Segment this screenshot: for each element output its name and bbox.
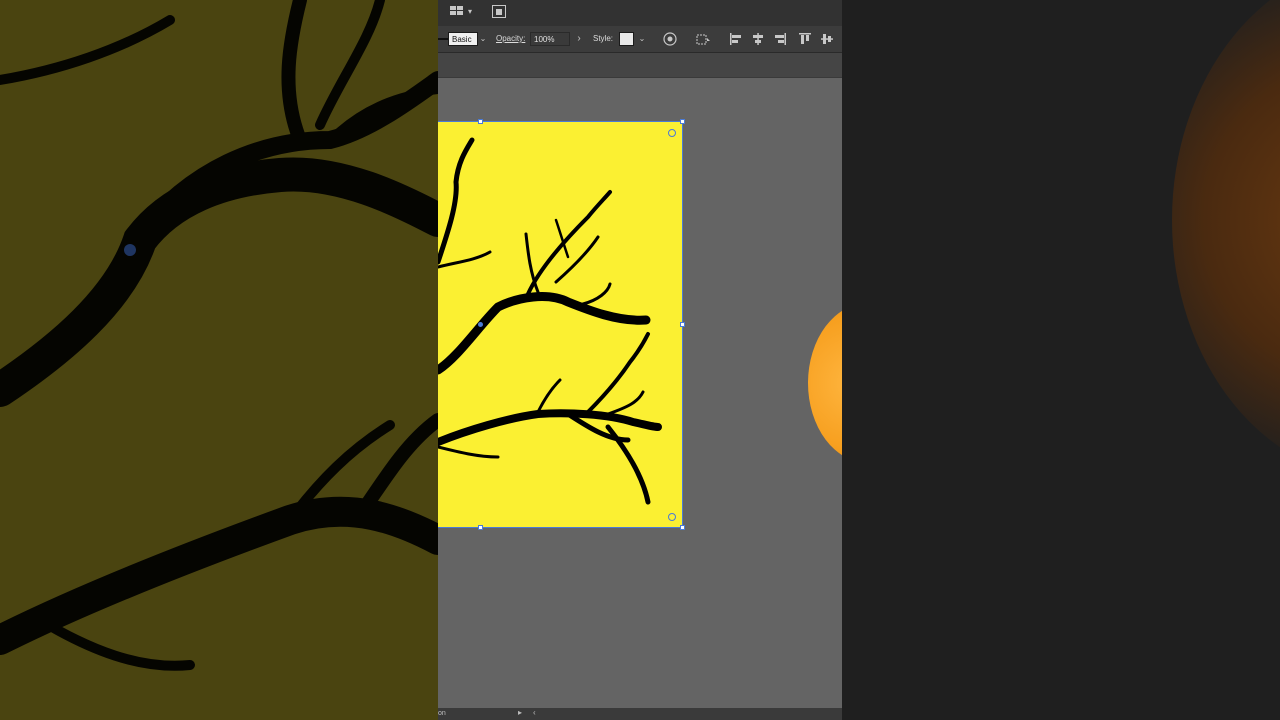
tree-branches-artwork[interactable]: [438, 122, 682, 527]
chevron-right-icon[interactable]: ›: [572, 32, 586, 46]
sun-shape[interactable]: [808, 303, 842, 463]
background-left-zoom: [0, 0, 438, 720]
chevron-down-icon[interactable]: ⌄: [476, 32, 490, 46]
align-vertical-center-icon[interactable]: [820, 32, 834, 46]
background-right: [842, 0, 1280, 720]
arrange-documents-icon[interactable]: [492, 5, 506, 22]
status-text: on: [438, 710, 446, 717]
live-corner-widget[interactable]: [668, 129, 676, 137]
illustrator-window: ▾ Basic ⌄ Opacity: 100% › Style: ⌄ on ▸ …: [438, 0, 842, 720]
control-bar: Basic ⌄ Opacity: 100% › Style: ⌄: [438, 26, 842, 53]
document-tab-strip: [438, 53, 842, 78]
artboard[interactable]: [438, 122, 682, 527]
chevron-left-icon[interactable]: ‹: [533, 709, 536, 717]
chevron-down-icon[interactable]: ▾: [468, 5, 472, 19]
opacity-label[interactable]: Opacity:: [496, 34, 525, 44]
chevron-down-icon[interactable]: ⌄: [635, 32, 649, 46]
selection-handle[interactable]: [478, 525, 483, 530]
opacity-input[interactable]: 100%: [530, 32, 570, 46]
align-center-icon[interactable]: [751, 32, 765, 46]
graphic-style-swatch[interactable]: [619, 32, 634, 46]
background-sun-glow: [1172, 0, 1280, 480]
background-branches: [0, 0, 438, 671]
align-right-icon[interactable]: [773, 32, 787, 46]
status-bar: on ▸ ‹: [438, 708, 842, 720]
selection-handle[interactable]: [680, 119, 685, 124]
selection-handle[interactable]: [478, 119, 483, 124]
selection-bounding-box: [438, 527, 683, 528]
live-corner-widget[interactable]: [668, 513, 676, 521]
transform-icon[interactable]: [696, 32, 710, 46]
application-bar: ▾: [438, 0, 842, 26]
stroke-profile-dropdown[interactable]: Basic: [448, 32, 478, 46]
align-left-icon[interactable]: [729, 32, 743, 46]
stroke-line-preview: [438, 38, 448, 40]
opacity-value: 100%: [534, 35, 555, 44]
stroke-profile-value: Basic: [452, 35, 472, 44]
align-top-icon[interactable]: [798, 32, 812, 46]
selection-handle[interactable]: [680, 525, 685, 530]
workspace-grid-icon[interactable]: [450, 5, 464, 21]
anchor-point[interactable]: [478, 322, 483, 327]
recolor-artwork-icon[interactable]: [663, 32, 677, 46]
play-icon[interactable]: ▸: [518, 709, 522, 717]
selection-handle[interactable]: [680, 322, 685, 327]
style-label: Style:: [593, 34, 614, 43]
selection-bounding-box: [438, 121, 683, 122]
